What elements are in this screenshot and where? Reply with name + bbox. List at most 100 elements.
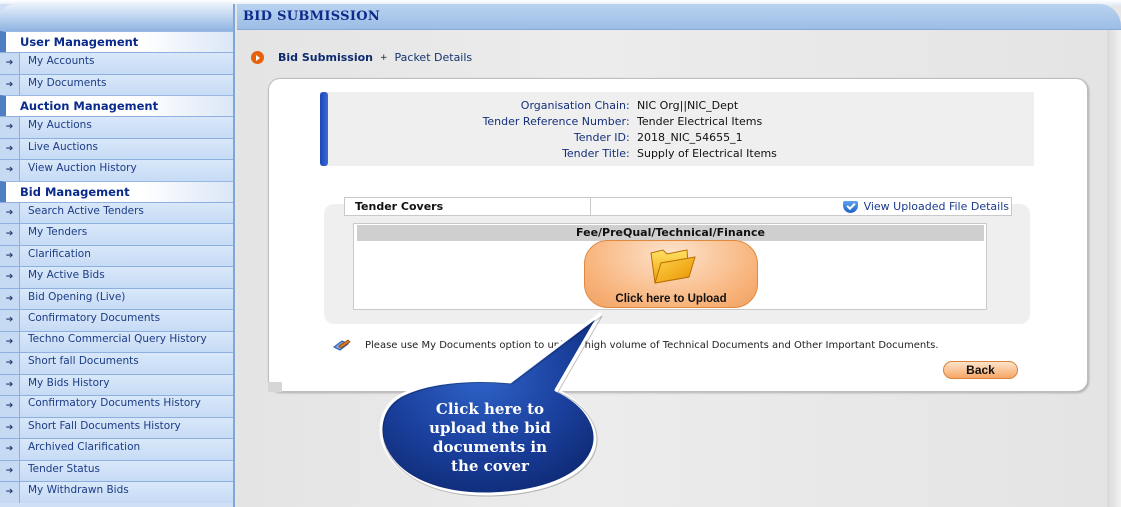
breadcrumb: Bid Submission + Packet Details xyxy=(251,51,472,64)
sidebar-item-live-auctions[interactable]: ➔ Live Auctions xyxy=(0,137,233,159)
sidebar-item-my-bids-history[interactable]: ➔ My Bids History xyxy=(0,373,233,395)
callout-line: upload the bid xyxy=(429,419,551,437)
info-row-tender-id: Tender ID: 2018_NIC_54655_1 xyxy=(573,131,743,144)
arrow-right-icon: ➔ xyxy=(0,310,20,331)
sidebar-item-techno-commercial-query-history[interactable]: ➔ Techno Commercial Query History xyxy=(0,330,233,352)
sidebar-item-clarification[interactable]: ➔ Clarification xyxy=(0,244,233,266)
sidebar-item-label: Archived Clarification xyxy=(28,441,141,453)
sidebar: User Management ➔ My Accounts ➔ My Documents… xyxy=(0,4,235,507)
sidebar-section-header: Auction Management xyxy=(0,95,233,116)
arrow-right-icon: ➔ xyxy=(0,417,20,438)
sidebar-item-archived-clarification[interactable]: ➔ Archived Clarification xyxy=(0,438,233,460)
sidebar-item-label: My Tenders xyxy=(28,226,88,238)
arrow-right-icon: ➔ xyxy=(0,482,20,503)
sidebar-item-my-active-bids[interactable]: ➔ My Active Bids xyxy=(0,266,233,288)
info-value: Tender Electrical Items xyxy=(637,115,763,128)
sidebar-item-label: Confirmatory Documents History xyxy=(28,397,201,409)
sidebar-section-header: Bid Management xyxy=(0,180,233,202)
sidebar-item-my-accounts[interactable]: ➔ My Accounts xyxy=(0,52,233,74)
breadcrumb-section[interactable]: Bid Submission xyxy=(278,51,373,64)
upload-button[interactable]: Click here to Upload xyxy=(584,240,758,308)
arrow-right-icon: ➔ xyxy=(0,353,20,374)
info-value: Supply of Electrical Items xyxy=(637,147,777,160)
sidebar-item-label: Live Auctions xyxy=(28,140,98,153)
arrow-right-icon: ➔ xyxy=(0,374,20,395)
sidebar-item-label: Search Active Tenders xyxy=(28,204,144,217)
view-link-label: View Uploaded File Details xyxy=(863,200,1009,213)
page-header: BID SUBMISSION xyxy=(237,4,1121,30)
sidebar-item-label: Short Fall Documents History xyxy=(28,419,181,432)
info-label: Organisation Chain xyxy=(520,99,626,112)
tender-info-panel: Organisation Chain: NIC Org||NIC_Dept Te… xyxy=(320,92,1034,166)
sidebar-top xyxy=(0,4,233,31)
back-button[interactable]: Back xyxy=(943,361,1018,379)
sidebar-item-search-active-tenders[interactable]: ➔ Search Active Tenders xyxy=(0,201,233,223)
arrow-right-icon: ➔ xyxy=(0,288,20,309)
sidebar-item-my-withdrawn-bids[interactable]: ➔ My Withdrawn Bids xyxy=(0,481,233,503)
sidebar-item-label: Confirmatory Documents xyxy=(28,312,161,324)
sidebar-item-label: My Withdrawn Bids xyxy=(28,484,129,496)
folder-icon xyxy=(650,249,696,284)
arrow-right-icon: ➔ xyxy=(0,245,20,266)
sidebar-item-label: Bid Opening (Live) xyxy=(28,290,126,303)
sidebar-item-label: My Active Bids xyxy=(28,269,105,281)
sidebar-item-label: Tender Status xyxy=(28,462,100,475)
info-label: Tender Reference Number xyxy=(482,115,626,128)
note-text: Please use My Documents option to upload… xyxy=(365,339,939,351)
callout-line: the cover xyxy=(451,457,529,475)
sidebar-item-label: View Auction History xyxy=(28,162,137,174)
info-value: 2018_NIC_54655_1 xyxy=(637,131,743,144)
sidebar-item-my-tenders[interactable]: ➔ My Tenders xyxy=(0,223,233,245)
page-title: BID SUBMISSION xyxy=(243,9,381,24)
callout-line: documents in xyxy=(432,438,548,456)
sidebar-item-label: My Auctions xyxy=(28,119,92,131)
arrow-right-icon: ➔ xyxy=(0,74,20,95)
sidebar-item-view-auction-history[interactable]: ➔ View Auction History xyxy=(0,159,233,181)
arrow-right-icon: ➔ xyxy=(0,460,20,481)
sidebar-item-confirmatory-documents-history[interactable]: ➔ Confirmatory Documents History xyxy=(0,395,233,417)
sidebar-item-my-auctions[interactable]: ➔ My Auctions xyxy=(0,116,233,138)
sidebar-item-short-fall-documents[interactable]: ➔ Short fall Documents xyxy=(0,352,233,374)
info-label: Tender Title xyxy=(562,147,626,160)
sidebar-section-header: User Management xyxy=(0,31,233,52)
callout-text: Click here to upload the bid documents i… xyxy=(420,400,560,476)
arrow-right-icon: ➔ xyxy=(0,138,20,159)
sidebar-item-bid-opening-live[interactable]: ➔ Bid Opening (Live) xyxy=(0,287,233,309)
tender-covers-heading: Tender Covers xyxy=(355,200,444,213)
info-row-tender-title: Tender Title: Supply of Electrical Items xyxy=(562,147,777,160)
view-uploaded-file-details-link[interactable]: View Uploaded File Details xyxy=(842,200,1009,213)
sidebar-item-label: My Bids History xyxy=(28,376,110,389)
arrow-right-icon: ➔ xyxy=(0,439,20,460)
sidebar-item-label: Techno Commercial Query History xyxy=(28,332,207,345)
arrow-right-icon: ➔ xyxy=(0,117,20,138)
arrow-right-icon: ➔ xyxy=(0,160,20,181)
arrow-right-icon: ➔ xyxy=(0,53,20,74)
sidebar-item-short-fall-documents-history[interactable]: ➔ Short Fall Documents History xyxy=(0,416,233,438)
arrow-right-icon: ➔ xyxy=(0,202,20,223)
sidebar-item-label: Short fall Documents xyxy=(28,355,139,367)
sidebar-item-confirmatory-documents[interactable]: ➔ Confirmatory Documents xyxy=(0,309,233,331)
info-value: NIC Org||NIC_Dept xyxy=(637,99,739,112)
tender-covers-header: Tender Covers View Uploaded File Details xyxy=(344,197,1012,216)
arrow-right-icon: ➔ xyxy=(0,396,20,417)
card-corner xyxy=(268,382,282,392)
sidebar-item-my-documents[interactable]: ➔ My Documents xyxy=(0,73,233,95)
upload-note: Please use My Documents option to upload… xyxy=(333,339,939,351)
sidebar-item-label: My Documents xyxy=(28,76,107,89)
info-row-organisation-chain: Organisation Chain: NIC Org||NIC_Dept xyxy=(520,99,739,112)
arrow-right-icon: ➔ xyxy=(0,331,20,352)
arrow-right-icon: ➔ xyxy=(0,224,20,245)
info-row-tender-reference: Tender Reference Number: Tender Electric… xyxy=(482,115,763,128)
upload-label: Click here to Upload xyxy=(615,293,727,305)
arrow-right-icon: ➔ xyxy=(0,267,20,288)
cover-name: Fee/PreQual/Technical/Finance xyxy=(357,225,984,241)
sidebar-item-label: My Accounts xyxy=(28,55,95,67)
play-icon xyxy=(251,51,264,64)
callout-line: Click here to xyxy=(435,400,545,418)
sidebar-item-tender-status[interactable]: ➔ Tender Status xyxy=(0,459,233,481)
right-edge xyxy=(1107,30,1121,507)
breadcrumb-page: Packet Details xyxy=(394,51,473,64)
sidebar-item-label: Clarification xyxy=(28,247,91,260)
pen-paper-icon xyxy=(333,339,351,351)
info-label: Tender ID xyxy=(573,131,626,144)
